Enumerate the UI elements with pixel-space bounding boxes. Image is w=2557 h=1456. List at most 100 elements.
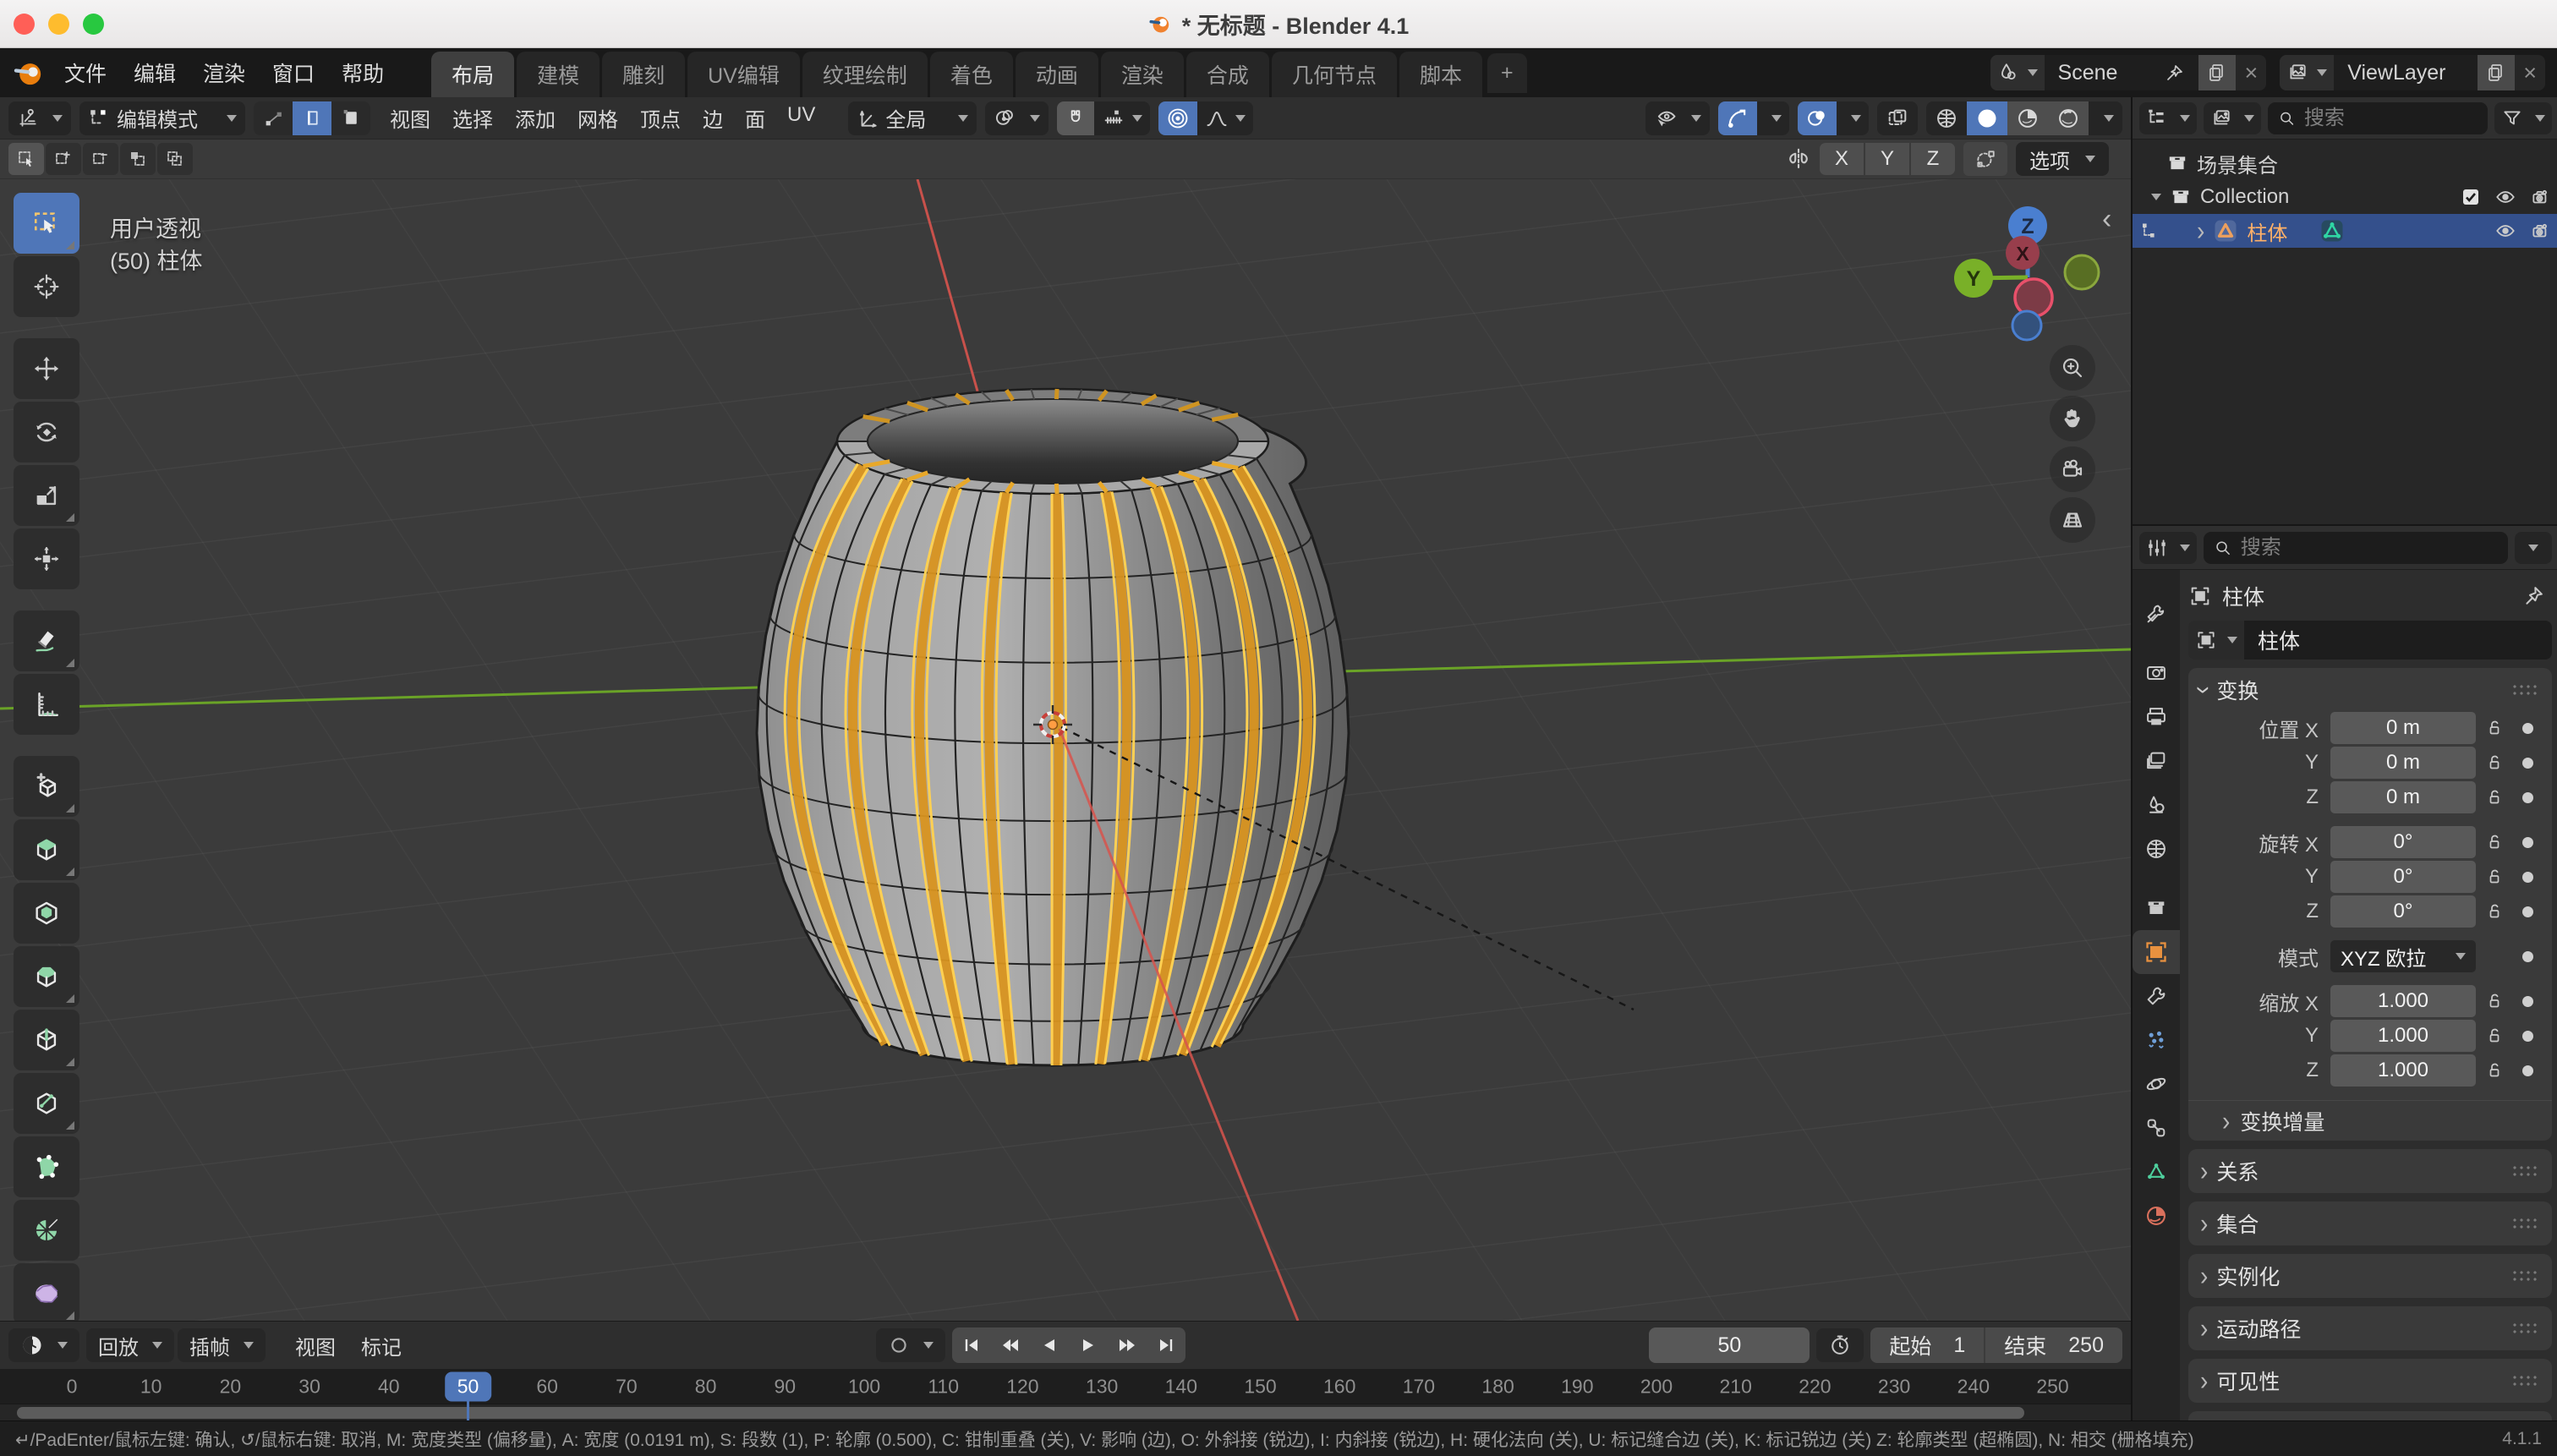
- tool-smooth-button[interactable]: [14, 1263, 79, 1321]
- panel-grip[interactable]: [2511, 1374, 2540, 1388]
- overlays-dropdown[interactable]: [1837, 101, 1869, 135]
- timeline-ruler[interactable]: 0102030405060708090100110120130140150160…: [0, 1369, 2131, 1404]
- panel-grip[interactable]: [2511, 1164, 2540, 1178]
- jump-to-start-button[interactable]: [952, 1327, 991, 1363]
- ruler-tick[interactable]: 100: [848, 1375, 880, 1398]
- workspace-tab[interactable]: 合成: [1186, 52, 1269, 97]
- current-frame-field[interactable]: 50: [1649, 1327, 1810, 1363]
- solid-shading-button[interactable]: [1967, 101, 2007, 135]
- transform-value-field[interactable]: 0°: [2330, 826, 2476, 858]
- snap-target-button[interactable]: [1094, 101, 1150, 135]
- blender-logo-icon[interactable]: [12, 56, 46, 90]
- outliner-editor-type-button[interactable]: [2139, 102, 2197, 134]
- viewport-menu[interactable]: 面: [734, 103, 776, 133]
- select-intersect-button[interactable]: [157, 143, 193, 175]
- lock-icon[interactable]: [2476, 991, 2513, 1011]
- outliner-row-collection[interactable]: Collection: [2133, 180, 2557, 214]
- mode-selector[interactable]: 编辑模式: [79, 101, 245, 135]
- viewlayer-name-field[interactable]: ViewLayer: [2334, 55, 2478, 90]
- vertex-select-button[interactable]: [254, 101, 293, 135]
- properties-editor-type-button[interactable]: [2139, 532, 2197, 564]
- animate-dot[interactable]: [2513, 951, 2542, 962]
- proportional-edit-toggle[interactable]: [1158, 101, 1197, 135]
- tab-collection[interactable]: [2133, 886, 2180, 930]
- close-window-button[interactable]: [14, 14, 35, 35]
- animate-dot[interactable]: [2513, 1065, 2542, 1076]
- tool-poly-build-button[interactable]: [14, 1136, 79, 1197]
- lock-icon[interactable]: [2476, 1060, 2513, 1081]
- jump-to-end-button[interactable]: [1147, 1327, 1185, 1363]
- ruler-tick[interactable]: 240: [1957, 1375, 1990, 1398]
- tool-inset-faces-button[interactable]: [14, 883, 79, 944]
- tool-spin-button[interactable]: [14, 1200, 79, 1261]
- lock-icon[interactable]: [2476, 787, 2513, 807]
- workspace-tab[interactable]: 纹理绘制: [802, 52, 928, 97]
- outliner-search[interactable]: [2268, 102, 2488, 134]
- workspace-tab[interactable]: 着色: [930, 52, 1013, 97]
- ruler-tick[interactable]: 110: [928, 1375, 959, 1398]
- ruler-tick[interactable]: 130: [1086, 1375, 1118, 1398]
- tool-move-button[interactable]: [14, 338, 79, 399]
- workspace-tab[interactable]: 建模: [517, 52, 600, 97]
- start-frame-field[interactable]: 起始1: [1870, 1327, 1984, 1363]
- viewlayer-remove-button[interactable]: ×: [2515, 55, 2545, 90]
- ruler-tick[interactable]: 180: [1481, 1375, 1514, 1398]
- hide-eye-icon[interactable]: [2494, 220, 2516, 242]
- outliner-row-scene-collection[interactable]: 场景集合: [2133, 146, 2557, 180]
- timeline-scrollbar[interactable]: [17, 1407, 2024, 1419]
- use-preview-range-toggle[interactable]: [1816, 1328, 1864, 1362]
- gizmo-z-axis-neg[interactable]: [2012, 311, 2041, 340]
- tab-constraints[interactable]: [2133, 1106, 2180, 1150]
- workspace-tab[interactable]: 脚本: [1399, 52, 1482, 97]
- transform-value-field[interactable]: 0°: [2330, 895, 2476, 928]
- ruler-tick[interactable]: 220: [1799, 1375, 1831, 1398]
- expand-object-arrow[interactable]: ›: [2197, 216, 2204, 247]
- xray-toggle[interactable]: [1877, 101, 1918, 135]
- editor-type-button[interactable]: [8, 101, 71, 135]
- show-gizmo-toggle[interactable]: [1718, 101, 1757, 135]
- 3d-viewport[interactable]: 用户透视 (50) 柱体 Z X Y: [0, 179, 2131, 1321]
- transform-value-field[interactable]: 0 m: [2330, 747, 2476, 779]
- tab-material[interactable]: [2133, 1194, 2180, 1238]
- select-set-button[interactable]: [8, 143, 44, 175]
- workspace-tab[interactable]: 渲染: [1101, 52, 1184, 97]
- lock-icon[interactable]: [2476, 718, 2513, 738]
- disable-render-camera-icon[interactable]: [2530, 220, 2552, 242]
- transform-value-field[interactable]: 1.000: [2330, 985, 2476, 1017]
- ruler-tick[interactable]: 60: [536, 1375, 558, 1398]
- wireframe-shading-button[interactable]: [1926, 101, 1967, 135]
- workspace-tab[interactable]: 几何节点: [1272, 52, 1397, 97]
- workspace-tab[interactable]: 雕刻: [602, 52, 685, 97]
- scene-new-button[interactable]: [2198, 55, 2236, 90]
- snap-base-button[interactable]: [1963, 142, 2007, 176]
- lock-icon[interactable]: [2476, 1026, 2513, 1046]
- transform-value-field[interactable]: 0 m: [2330, 781, 2476, 813]
- tool-measure-button[interactable]: [14, 674, 79, 735]
- shading-dropdown[interactable]: [2089, 101, 2122, 135]
- animate-dot[interactable]: [2513, 792, 2542, 803]
- collapsed-panel-header[interactable]: › 可见性: [2188, 1359, 2552, 1403]
- collapsed-panel-header[interactable]: › 运动路径: [2188, 1306, 2552, 1350]
- tab-render[interactable]: [2133, 651, 2180, 695]
- tab-particles[interactable]: [2133, 1018, 2180, 1062]
- pin-icon[interactable]: [2165, 63, 2185, 83]
- playhead-line[interactable]: [467, 1399, 469, 1421]
- animate-dot[interactable]: [2513, 872, 2542, 883]
- toggle-orthographic-button[interactable]: [2050, 497, 2095, 543]
- tool-annotate-button[interactable]: [14, 610, 79, 671]
- animate-dot[interactable]: [2513, 837, 2542, 848]
- gizmo-dropdown[interactable]: [1757, 101, 1789, 135]
- viewport-menu[interactable]: UV: [776, 103, 826, 133]
- camera-view-button[interactable]: [2050, 446, 2095, 492]
- snap-toggle-button[interactable]: [1057, 101, 1094, 135]
- lock-icon[interactable]: [2476, 832, 2513, 852]
- navigation-gizmo[interactable]: Z X Y: [1945, 188, 2114, 348]
- timeline-menu[interactable]: 视图: [284, 1331, 347, 1360]
- ruler-tick[interactable]: 40: [378, 1375, 400, 1398]
- pivot-point-selector[interactable]: [985, 101, 1049, 135]
- collapsed-panel-header[interactable]: › 集合: [2188, 1201, 2552, 1245]
- menubar-menu[interactable]: 窗口: [259, 51, 328, 95]
- viewport-menu[interactable]: 添加: [504, 103, 567, 133]
- tab-output[interactable]: [2133, 695, 2180, 739]
- play-button[interactable]: [1069, 1327, 1108, 1363]
